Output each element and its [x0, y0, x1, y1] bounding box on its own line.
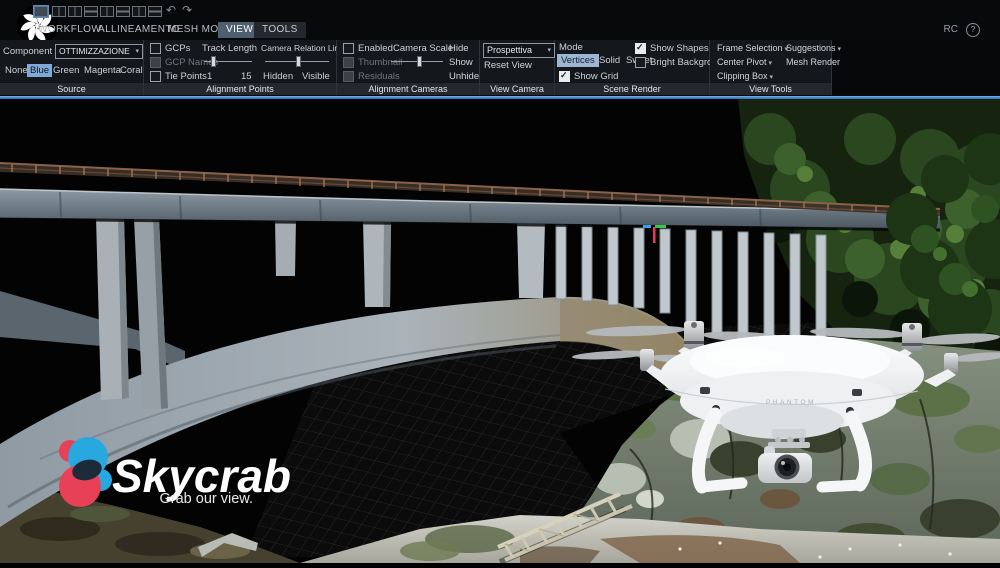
color-coral[interactable]: Coral: [117, 64, 146, 77]
layout-grid-dots-icon[interactable]: [148, 6, 162, 17]
mesh-render-button[interactable]: Mesh Render: [786, 57, 840, 67]
track-length-label: Track Length: [202, 43, 257, 54]
ribbon: Component OTTIMIZZAZIONE ▾ None Blue Gre…: [0, 40, 1000, 96]
layout-flag-icon[interactable]: [132, 6, 146, 17]
undo-icon[interactable]: ↶: [166, 3, 176, 17]
camera-relation-lines-slider[interactable]: [265, 56, 329, 68]
camera-relation-lines-label: Camera Relation Lines: [261, 43, 348, 53]
checkbox-box: [343, 57, 354, 68]
group-label-scene-render: Scene Render: [555, 82, 709, 95]
color-green[interactable]: Green: [50, 64, 82, 77]
redo-icon[interactable]: ↷: [182, 3, 192, 17]
chevron-down-icon: ▾: [135, 45, 139, 58]
checkbox-box: ✓: [635, 43, 646, 54]
checkbox-box: [343, 43, 354, 54]
track-length-min: 1: [207, 71, 212, 82]
layout-two-columns-icon[interactable]: [52, 6, 66, 17]
hide-button[interactable]: Hide: [449, 43, 469, 54]
layout-list-icon[interactable]: [68, 6, 82, 17]
ribbon-group-view-camera: Prospettiva ▾ Reset View View Camera: [480, 40, 555, 95]
checkbox-gcps[interactable]: GCPs: [150, 43, 190, 54]
rc-brand-label: RC: [944, 24, 958, 35]
checkbox-box: [635, 57, 646, 68]
viewport-3d[interactable]: PHANTOM: [0, 99, 1000, 563]
chevron-down-icon: ▾: [547, 44, 551, 57]
checkbox-tie-points[interactable]: Tie Points: [150, 71, 207, 82]
ribbon-group-source: Component OTTIMIZZAZIONE ▾ None Blue Gre…: [0, 40, 144, 95]
checkbox-box: ✓: [559, 71, 570, 82]
mode-vertices-button[interactable]: Vertices: [557, 54, 599, 67]
ribbon-group-alignment-cameras: Enabled Thumbnail Residuals Camera Scale…: [337, 40, 480, 95]
layout-single-icon[interactable]: [34, 6, 48, 17]
chevron-down-icon: ▾: [770, 74, 774, 81]
frame-selection-button[interactable]: Frame Selection▾: [717, 43, 788, 53]
checkbox-residuals[interactable]: Residuals: [343, 71, 400, 82]
menu-tab-bar: WORKFLOW ALLINEAMENTO MESH MODEL VIEW TO…: [0, 20, 1000, 40]
checkbox-box: [150, 43, 161, 54]
component-label: Component: [3, 46, 52, 57]
layout-rows-icon[interactable]: [84, 6, 98, 17]
track-length-slider[interactable]: [204, 56, 252, 68]
center-pivot-button[interactable]: Center Pivot▾: [717, 57, 772, 67]
tab-tools[interactable]: TOOLS: [254, 22, 306, 38]
chevron-down-icon: ▾: [838, 46, 842, 53]
top-bar: ↶ ↷ WORKFLOW ALLINEAMENTO MESH MODEL VIE…: [0, 0, 1000, 96]
checkbox-box: [150, 71, 161, 82]
help-icon[interactable]: ?: [966, 23, 980, 37]
ribbon-group-alignment-points: GCPs GCP Names Tie Points Track Length 1…: [144, 40, 337, 95]
clipping-box-button[interactable]: Clipping Box▾: [717, 71, 773, 81]
camera-scale-slider[interactable]: [391, 56, 443, 68]
reset-view-button[interactable]: Reset View: [484, 60, 532, 71]
chevron-down-icon: ▾: [769, 60, 773, 67]
layout-grid-2x2-icon[interactable]: [100, 6, 114, 17]
projection-dropdown[interactable]: Prospettiva ▾: [483, 43, 555, 58]
group-label-view-camera: View Camera: [480, 82, 554, 95]
mode-solid-button[interactable]: Solid: [595, 54, 624, 67]
group-label-view-tools: View Tools: [710, 82, 831, 95]
ribbon-group-view-tools: Frame Selection▾ Suggestions▾ Center Piv…: [710, 40, 832, 95]
group-label-alignment-points: Alignment Points: [144, 82, 336, 95]
ribbon-group-scene-render: Mode Vertices Solid Sweet ✓ Show Grid ✓ …: [555, 40, 710, 95]
crl-max: Visible: [302, 71, 330, 82]
layout-grid-4-icon[interactable]: [116, 6, 130, 17]
group-label-source: Source: [0, 82, 143, 95]
checkbox-box: [150, 57, 161, 68]
suggestions-button[interactable]: Suggestions▾: [786, 43, 841, 53]
track-length-max: 15: [241, 71, 252, 82]
checkbox-show-grid[interactable]: ✓ Show Grid: [559, 71, 618, 82]
color-blue[interactable]: Blue: [27, 64, 52, 77]
component-value: OTTIMIZZAZIONE: [59, 45, 130, 58]
group-label-alignment-cameras: Alignment Cameras: [337, 82, 479, 95]
component-dropdown[interactable]: OTTIMIZZAZIONE ▾: [55, 44, 143, 59]
checkbox-enabled[interactable]: Enabled: [343, 43, 393, 54]
drone-brand-label: PHANTOM: [766, 399, 816, 406]
show-button[interactable]: Show: [449, 57, 473, 68]
watermark-tagline-text: Grab our view.: [160, 491, 254, 507]
scene-canvas: PHANTOM: [0, 99, 1000, 563]
checkbox-show-shapes[interactable]: ✓ Show Shapes: [635, 43, 709, 54]
quick-layout-toolbar: ↶ ↷: [0, 0, 1000, 20]
mode-label: Mode: [559, 42, 583, 53]
projection-value: Prospettiva: [487, 44, 532, 57]
crl-min: Hidden: [263, 71, 293, 82]
checkbox-box: [343, 71, 354, 82]
camera-scale-label: Camera Scale: [393, 43, 453, 54]
